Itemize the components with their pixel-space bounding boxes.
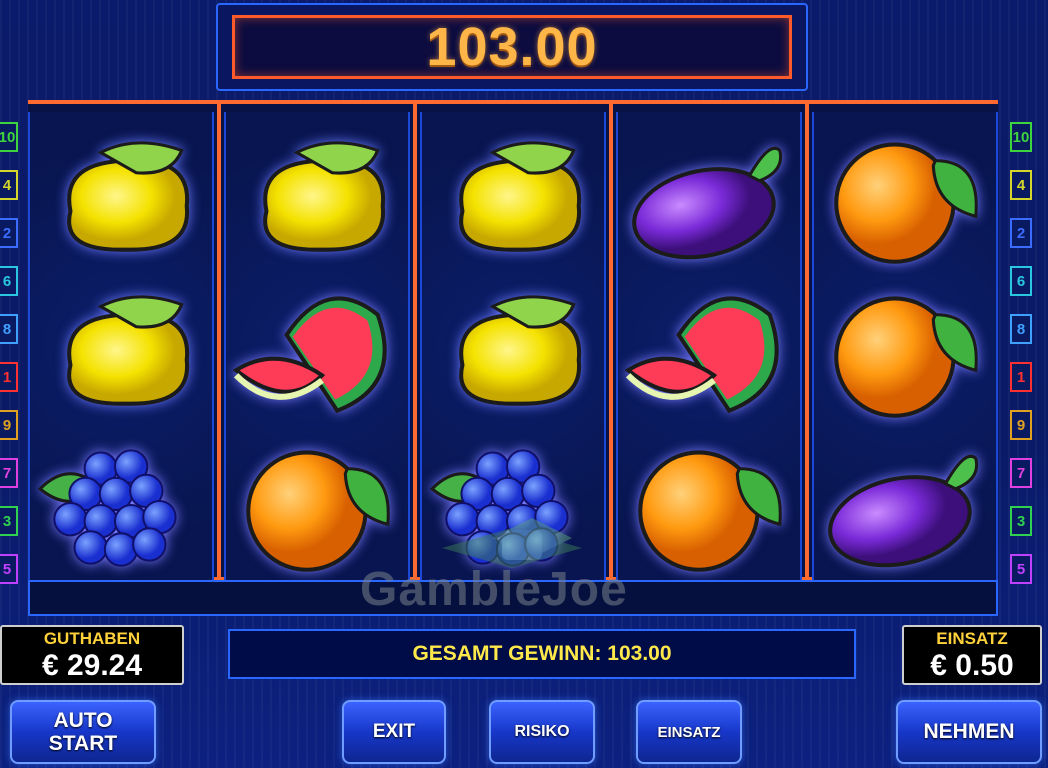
reel-separator bbox=[217, 104, 221, 578]
orange-symbol bbox=[814, 118, 996, 274]
reel-1 bbox=[28, 112, 214, 580]
line-marker-8: 8 bbox=[1010, 314, 1032, 344]
reel-separator bbox=[413, 104, 417, 578]
watermark-logo: GambleJoe bbox=[360, 563, 628, 616]
auto-start-line2: START bbox=[48, 732, 118, 755]
line-marker-10: 10 bbox=[1010, 122, 1032, 152]
orange-symbol bbox=[618, 426, 800, 582]
auto-start-line1: AUTO bbox=[53, 709, 113, 732]
line-marker-2: 2 bbox=[0, 218, 18, 248]
nehmen-label: NEHMEN bbox=[923, 720, 1015, 743]
line-marker-3: 3 bbox=[0, 506, 18, 536]
line-marker-8: 8 bbox=[0, 314, 18, 344]
line-marker-9: 9 bbox=[1010, 410, 1032, 440]
line-marker-4: 4 bbox=[0, 170, 18, 200]
einsatz-button[interactable]: EINSATZ bbox=[636, 700, 742, 764]
lemon-symbol bbox=[30, 118, 212, 274]
bet-panel: EINSATZ € 0.50 bbox=[902, 625, 1042, 685]
lemon-symbol bbox=[422, 118, 604, 274]
balance-value: € 29.24 bbox=[41, 649, 143, 682]
balance-label: GUTHABEN bbox=[43, 629, 141, 648]
win-display: 103.00 bbox=[232, 15, 792, 79]
line-marker-4: 4 bbox=[1010, 170, 1032, 200]
win-display-frame: 103.00 bbox=[216, 3, 808, 91]
lemon-symbol bbox=[226, 118, 408, 274]
reel-5 bbox=[812, 112, 998, 580]
line-marker-1: 1 bbox=[1010, 362, 1032, 392]
reel-separator bbox=[609, 104, 613, 578]
plum-symbol bbox=[814, 426, 996, 582]
orange-symbol bbox=[226, 426, 408, 582]
lemon-symbol bbox=[422, 272, 604, 428]
total-win-text: GESAMT GEWINN: 103.00 bbox=[412, 642, 672, 665]
line-marker-5: 5 bbox=[0, 554, 18, 584]
exit-button[interactable]: EXIT bbox=[342, 700, 446, 764]
einsatz-label: EINSATZ bbox=[657, 723, 721, 741]
melon-symbol bbox=[226, 272, 408, 428]
reel-2 bbox=[224, 112, 410, 580]
risiko-button[interactable]: RISIKO bbox=[489, 700, 595, 764]
line-marker-3: 3 bbox=[1010, 506, 1032, 536]
grapes-symbol bbox=[30, 426, 212, 582]
line-marker-10: 10 bbox=[0, 122, 18, 152]
line-marker-5: 5 bbox=[1010, 554, 1032, 584]
win-amount: 103.00 bbox=[426, 17, 598, 77]
line-marker-6: 6 bbox=[1010, 266, 1032, 296]
melon-symbol bbox=[618, 272, 800, 428]
bet-label: EINSATZ bbox=[936, 629, 1008, 648]
line-marker-6: 6 bbox=[0, 266, 18, 296]
bet-value: € 0.50 bbox=[930, 649, 1014, 682]
reel-separator bbox=[805, 104, 809, 578]
line-marker-9: 9 bbox=[0, 410, 18, 440]
reel-4 bbox=[616, 112, 802, 580]
risiko-label: RISIKO bbox=[514, 723, 570, 740]
nehmen-button[interactable]: NEHMEN bbox=[896, 700, 1042, 764]
exit-label: EXIT bbox=[372, 721, 416, 742]
auto-start-button[interactable]: AUTO START bbox=[10, 700, 156, 764]
lemon-symbol bbox=[30, 272, 212, 428]
balance-panel: GUTHABEN € 29.24 bbox=[0, 625, 184, 685]
plum-symbol bbox=[618, 118, 800, 274]
orange-symbol bbox=[814, 272, 996, 428]
line-marker-7: 7 bbox=[0, 458, 18, 488]
line-marker-1: 1 bbox=[0, 362, 18, 392]
line-marker-2: 2 bbox=[1010, 218, 1032, 248]
total-win-bar: GESAMT GEWINN: 103.00 bbox=[228, 629, 856, 679]
line-marker-7: 7 bbox=[1010, 458, 1032, 488]
